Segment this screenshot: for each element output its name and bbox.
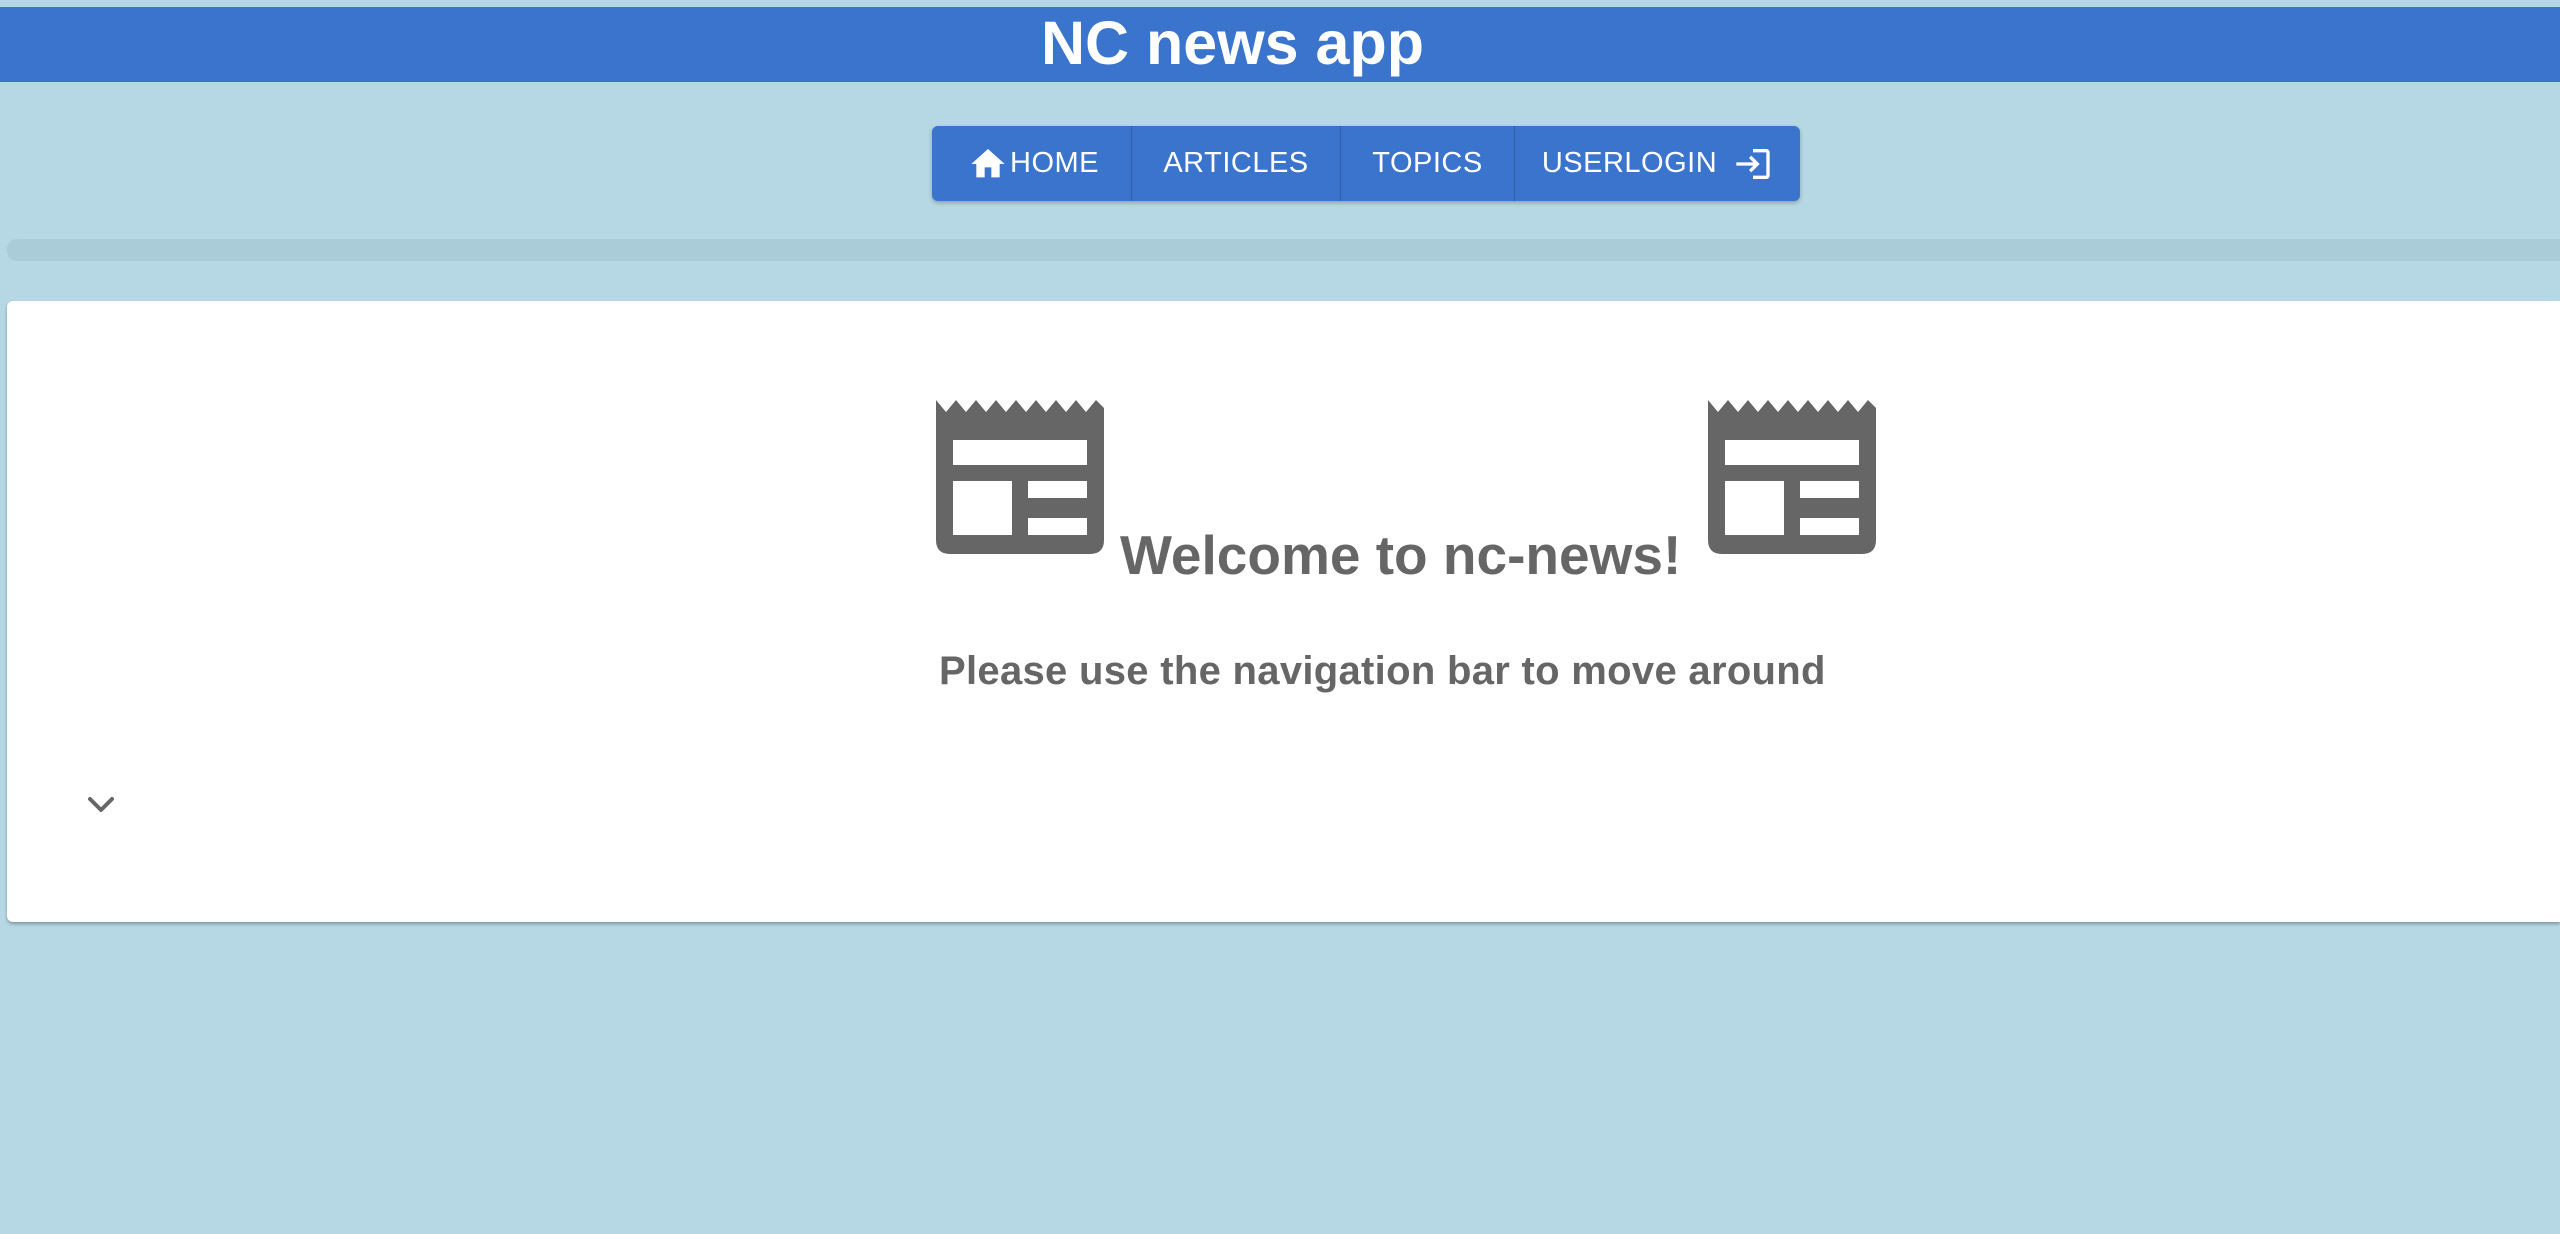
- home-icon: [968, 144, 1008, 184]
- app-header: NC news app: [0, 7, 2560, 82]
- nav-bar: HOME ARTICLES TOPICS USERLOGIN: [932, 126, 1800, 201]
- nav-home-button[interactable]: HOME: [932, 126, 1132, 201]
- loading-track: [7, 239, 2560, 261]
- content-card: Welcome to nc-news! Please use the navig…: [7, 301, 2560, 922]
- login-icon: [1733, 144, 1773, 184]
- chevron-down-icon: [86, 795, 116, 820]
- app-title: NC news app: [1040, 8, 1424, 77]
- welcome-heading: Welcome to nc-news!: [1120, 524, 1682, 586]
- nav-userlogin-button[interactable]: USERLOGIN: [1515, 126, 1800, 201]
- nav-userlogin-label: USERLOGIN: [1541, 147, 1718, 179]
- nav-topics-label: TOPICS: [1372, 147, 1483, 179]
- newspaper-icon: [1708, 400, 1876, 554]
- nav-home-label: HOME: [1010, 147, 1099, 179]
- nav-articles-button[interactable]: ARTICLES: [1132, 126, 1341, 201]
- subtitle-text: Please use the navigation bar to move ar…: [939, 649, 1826, 693]
- nav-articles-label: ARTICLES: [1163, 147, 1309, 179]
- newspaper-icon: [936, 400, 1104, 554]
- nav-topics-button[interactable]: TOPICS: [1341, 126, 1515, 201]
- expand-toggle[interactable]: [76, 789, 126, 825]
